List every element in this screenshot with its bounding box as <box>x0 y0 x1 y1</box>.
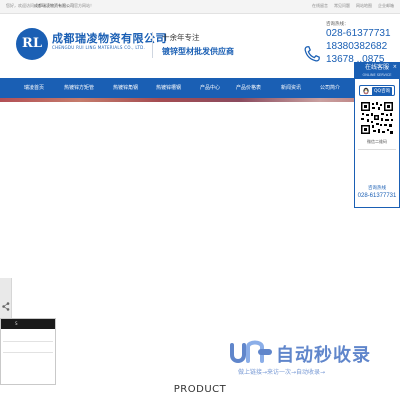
panel-hotline-number: 028-61377731 <box>357 193 397 199</box>
nav-item-news[interactable]: 新闻资讯 <box>281 78 301 98</box>
welcome-prefix: 您好，欢迎访问 <box>6 3 34 8</box>
panel-divider <box>358 149 396 150</box>
top-links: 在线留言 常见问题 网站地图 企业邮箱 <box>306 3 394 9</box>
hotline-number-2: 18380382682 <box>326 41 388 52</box>
online-service-subtitle: ONLINE SERVICE <box>362 73 392 77</box>
share-popup-title: S <box>15 321 18 326</box>
top-link-faq[interactable]: 常见问题 <box>334 3 350 8</box>
main-nav: 瑞凌首页 热镀锌方矩管 热镀锌角钢 热镀锌槽钢 产品中心 产品价格表 新闻资讯 … <box>0 78 400 98</box>
top-link-email[interactable]: 企业邮箱 <box>378 3 394 8</box>
watermark-overlay: 自动秒收录 做上链接→来访一次→自动收录→ <box>228 335 388 385</box>
wechat-qr-code <box>360 101 394 135</box>
nav-item-angle-steel[interactable]: 热镀锌角钢 <box>113 78 138 98</box>
nav-item-channel-steel[interactable]: 热镀锌槽钢 <box>156 78 181 98</box>
panel-hotline-label: 咨询热线 <box>368 186 386 191</box>
hotline-label: 咨询热线： <box>326 22 349 27</box>
header-divider <box>152 32 153 58</box>
share-icon <box>2 302 10 311</box>
company-name-cn: 成都瑞凌物资有限公司 <box>52 32 167 45</box>
top-bar: 您好，欢迎访问成都瑞凌物资有限公司官方网站！ 在线留言 常见问题 网站地图 企业邮箱 <box>0 0 400 14</box>
nav-item-products[interactable]: 产品中心 <box>200 78 220 98</box>
qq-consult-button[interactable]: QQ咨询 <box>359 85 395 96</box>
watermark-logo-icon <box>230 340 272 363</box>
company-logo[interactable]: RL <box>16 28 48 60</box>
share-popup-row <box>3 341 53 342</box>
share-popup-header: S <box>1 319 55 329</box>
welcome-text: 您好，欢迎访问成都瑞凌物资有限公司官方网站！ <box>6 3 94 9</box>
close-icon[interactable]: × <box>393 64 397 70</box>
phone-icon <box>304 46 320 62</box>
watermark-subtitle: 做上链接→来访一次→自动收录→ <box>238 369 326 376</box>
top-link-message[interactable]: 在线留言 <box>312 3 328 8</box>
site-header: RL 成都瑞凌物资有限公司 CHENGDU RUI LING MATERIALS… <box>0 14 400 78</box>
share-popup-row <box>3 352 53 353</box>
online-service-panel: 在线客服 ONLINE SERVICE × QQ咨询 微信二维码 咨询热线 02… <box>354 62 400 208</box>
nav-item-square-tube[interactable]: 热镀锌方矩管 <box>64 78 94 98</box>
top-link-sitemap[interactable]: 网站地图 <box>356 3 372 8</box>
nav-item-price-list[interactable]: 产品价格表 <box>236 78 261 98</box>
product-section-title: PRODUCT <box>173 384 227 395</box>
qq-consult-label: QQ咨询 <box>372 87 393 96</box>
qq-penguin-icon <box>363 87 369 95</box>
welcome-suffix: 官方网站！ <box>74 3 94 8</box>
slogan-line1: 十余年专注 <box>162 33 200 42</box>
company-name-en: CHENGDU RUI LING MATERIALS CO., LTD. <box>52 45 146 50</box>
banner-image <box>0 98 400 102</box>
share-popup: S <box>0 318 56 385</box>
qr-code-label: 微信二维码 <box>367 139 387 144</box>
nav-item-about[interactable]: 公司简介 <box>320 78 340 98</box>
welcome-company: 成都瑞凌物资有限公司 <box>34 3 74 8</box>
hotline-number-1: 028-61377731 <box>326 28 391 39</box>
slogan-line2: 镀锌型材批发供应商 <box>162 47 234 56</box>
watermark-title: 自动秒收录 <box>276 345 371 366</box>
nav-item-home[interactable]: 瑞凌首页 <box>24 78 44 98</box>
